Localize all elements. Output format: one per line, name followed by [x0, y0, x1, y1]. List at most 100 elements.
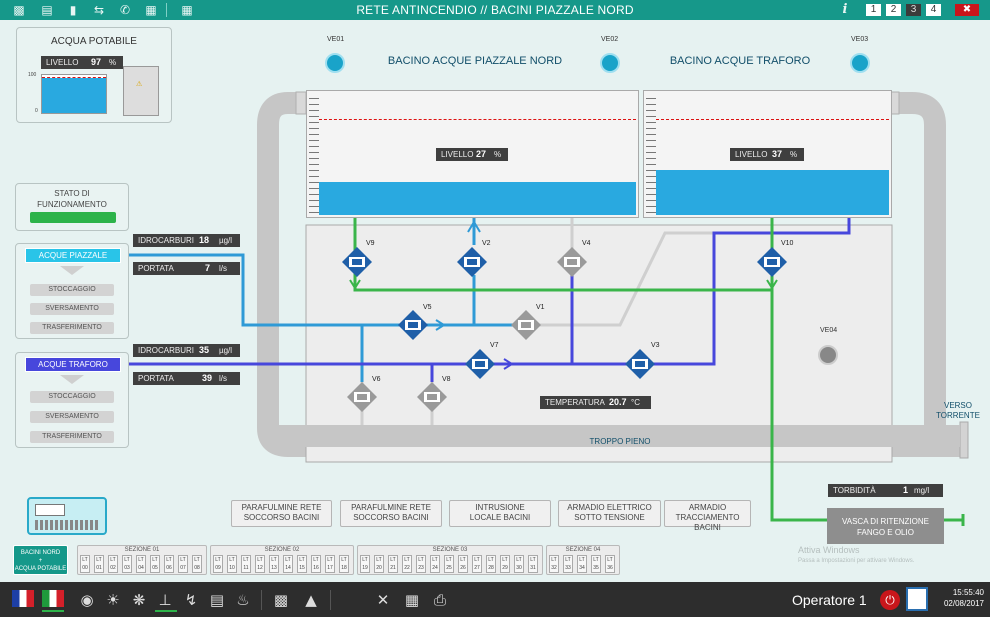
armadio-tracciamento-button[interactable]: ARMADIO TRACCIAMENTO BACINI — [664, 500, 751, 532]
sezione-title: SEZIONE 01 — [124, 547, 160, 553]
lt-sensor-button[interactable]: LT 28 — [486, 555, 496, 573]
lt-sensor-button[interactable]: LT 33 — [563, 555, 573, 573]
intrusione-button[interactable]: INTRUSIONE LOCALE BACINI — [449, 500, 551, 527]
monitor-icon[interactable]: ▤ — [207, 590, 227, 610]
sversamento-button[interactable]: SVERSAMENTO — [30, 303, 114, 315]
vasca-ritenzione: VASCA DI RITENZIONE FANGO E OLIO — [827, 508, 944, 544]
acque-traforo-button[interactable]: ACQUE TRAFORO — [25, 357, 121, 372]
lt-sensor-button[interactable]: LT 26 — [458, 555, 468, 573]
lt-sensor-button[interactable]: LT 22 — [402, 555, 412, 573]
lt-prefix: LT — [285, 557, 291, 563]
lt-sensor-button[interactable]: LT 23 — [416, 555, 426, 573]
flag-fr-icon[interactable] — [12, 590, 34, 607]
lt-sensor-button[interactable]: LT 34 — [577, 555, 587, 573]
trasferimento-button[interactable]: TRASFERIMENTO — [30, 322, 114, 334]
lt-sensor-button[interactable]: LT 20 — [374, 555, 384, 573]
bacino-traforo-title: BACINO ACQUE TRAFORO — [669, 55, 811, 67]
fan-ve03-icon[interactable] — [850, 53, 870, 73]
lt-prefix: LT — [124, 557, 130, 563]
flag-it-icon[interactable] — [42, 590, 64, 607]
lt-sensor-button[interactable]: LT 08 — [192, 555, 202, 573]
lt-sensor-button[interactable]: LT 14 — [283, 555, 293, 573]
lt-sensor-button[interactable]: LT 21 — [388, 555, 398, 573]
active-section-indicator — [155, 610, 177, 612]
fan-ve04-icon[interactable] — [818, 345, 838, 365]
bacino-traforo-scale — [646, 93, 656, 215]
valve-pipe-icon[interactable]: ⊥ — [155, 590, 175, 610]
bacino-nord-title: BACINO ACQUE PIAZZALE NORD — [387, 55, 563, 67]
control-panel-thumbnail[interactable] — [27, 497, 107, 535]
stoccaggio-button[interactable]: STOCCAGGIO — [30, 284, 114, 296]
lt-sensor-button[interactable]: LT 15 — [297, 555, 307, 573]
trasferimento-button[interactable]: TRASFERIMENTO — [30, 431, 114, 443]
fan-ve02-icon[interactable] — [600, 53, 620, 73]
lt-sensor-button[interactable]: LT 27 — [472, 555, 482, 573]
wrench-icon[interactable]: ✕ — [373, 590, 393, 610]
lt-sensor-button[interactable]: LT 17 — [325, 555, 335, 573]
fire-icon[interactable]: ♨ — [233, 590, 253, 610]
acque-piazzale-button[interactable]: ACQUE PIAZZALE — [25, 248, 121, 263]
lt-sensor-button[interactable]: LT 16 — [311, 555, 321, 573]
sezione-box: SEZIONE 02 LT 09 LT 10 LT 11 LT 12 LT 13 LT 14 LT 15 LT… — [210, 545, 354, 575]
lt-prefix: LT — [166, 557, 172, 563]
lt-sensor-button[interactable]: LT 31 — [528, 555, 538, 573]
logout-power-icon[interactable]: ⏻ — [880, 590, 900, 610]
lt-number: 24 — [432, 565, 438, 571]
lt-sensor-button[interactable]: LT 10 — [227, 555, 237, 573]
parafulmine-2-button[interactable]: PARAFULMINE RETE SOCCORSO BACINI — [340, 500, 442, 527]
lt-sensor-button[interactable]: LT 36 — [605, 555, 615, 573]
lt-sensor-button[interactable]: LT 12 — [255, 555, 265, 573]
lt-number: 11 — [243, 565, 249, 571]
taskbar-divider — [330, 590, 331, 610]
alarm-line1: PARAFULMINE RETE — [241, 503, 322, 512]
lt-sensor-button[interactable]: LT 05 — [150, 555, 160, 573]
stoccaggio-button[interactable]: STOCCAGGIO — [30, 391, 114, 403]
v7-label: V7 — [490, 342, 499, 349]
traforo-panel: ACQUE TRAFORO STOCCAGGIO SVERSAMENTO TRA… — [15, 352, 129, 448]
parafulmine-1-button[interactable]: PARAFULMINE RETE SOCCORSO BACINI — [231, 500, 332, 527]
lt-prefix: LT — [152, 557, 158, 563]
lt-sensor-button[interactable]: LT 25 — [444, 555, 454, 573]
potabile-water-level — [42, 78, 106, 113]
keyboard-icon[interactable]: ▦ — [400, 590, 424, 610]
lt-sensor-button[interactable]: LT 03 — [122, 555, 132, 573]
fan-ve01-icon[interactable] — [325, 53, 345, 73]
sezione-title: SEZIONE 04 — [565, 547, 601, 553]
lt-prefix: LT — [593, 557, 599, 563]
lamp-icon[interactable]: ☀ — [103, 590, 123, 610]
active-language-indicator — [42, 610, 64, 612]
lt-sensor-button[interactable]: LT 13 — [269, 555, 279, 573]
lt-sensor-button[interactable]: LT 02 — [108, 555, 118, 573]
clock-time: 15:55:40 — [952, 588, 984, 597]
lightning-icon[interactable]: ↯ — [181, 590, 201, 610]
lt-sensor-button[interactable]: LT 01 — [94, 555, 104, 573]
armadio-elettrico-button[interactable]: ARMADIO ELETTRICO SOTTO TENSIONE — [558, 500, 661, 527]
lt-sensor-button[interactable]: LT 04 — [136, 555, 146, 573]
fan-icon[interactable]: ❋ — [129, 590, 149, 610]
lt-sensor-button[interactable]: LT 06 — [164, 555, 174, 573]
lt-prefix: LT — [180, 557, 186, 563]
printer-icon[interactable]: ⎙ — [430, 590, 450, 610]
sversamento-button[interactable]: SVERSAMENTO — [30, 411, 114, 423]
v2-label: V2 — [482, 240, 491, 247]
lt-sensor-button[interactable]: LT 09 — [213, 555, 223, 573]
lt-sensor-button[interactable]: LT 30 — [514, 555, 524, 573]
lt-sensor-button[interactable]: LT 07 — [178, 555, 188, 573]
computer-icon[interactable]: ▩ — [271, 590, 291, 610]
traffic-light-icon[interactable]: ◉ — [77, 590, 97, 610]
lt-number: 31 — [530, 565, 536, 571]
lt-sensor-button[interactable]: LT 29 — [500, 555, 510, 573]
torbidita-label: TORBIDITÀ — [833, 486, 876, 495]
clock-date: 02/08/2017 — [943, 599, 984, 608]
lt-sensor-button[interactable]: LT 11 — [241, 555, 251, 573]
lt-sensor-button[interactable]: LT 32 — [549, 555, 559, 573]
lt-sensor-button[interactable]: LT 00 — [80, 555, 90, 573]
activation-watermark-sub: Passa a Impostazioni per attivare Window… — [798, 558, 915, 564]
livello-unit: % — [790, 150, 798, 159]
lt-sensor-button[interactable]: LT 19 — [360, 555, 370, 573]
bacini-nav-button[interactable]: BACINI NORD + ACQUA POTABILE — [13, 545, 68, 575]
tools-box-icon[interactable]: ▲ — [301, 590, 321, 610]
lt-sensor-button[interactable]: LT 24 — [430, 555, 440, 573]
lt-sensor-button[interactable]: LT 18 — [339, 555, 349, 573]
lt-sensor-button[interactable]: LT 35 — [591, 555, 601, 573]
